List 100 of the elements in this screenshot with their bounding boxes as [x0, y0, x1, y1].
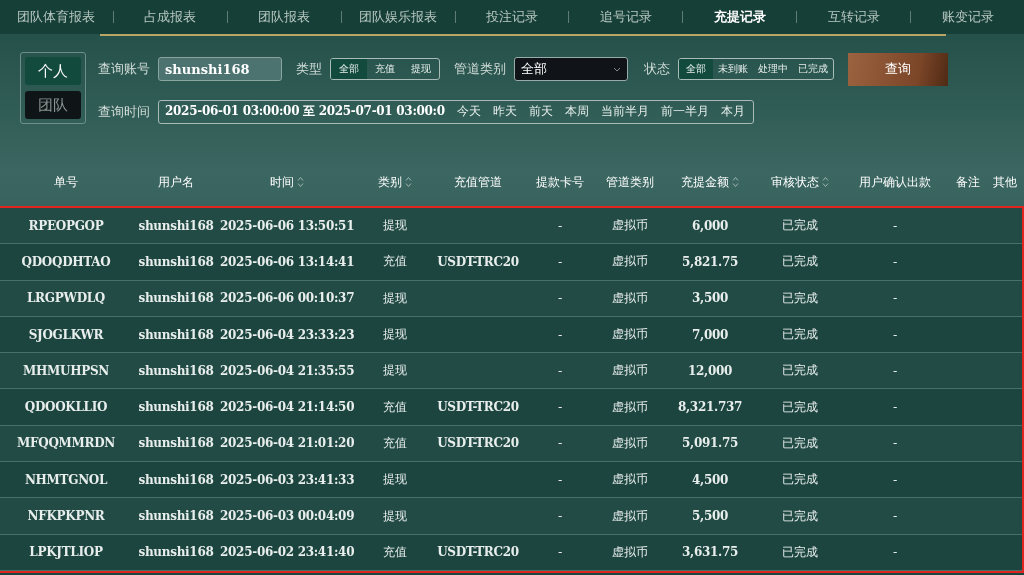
table-cell-text: - — [557, 509, 563, 523]
quick-date-button[interactable]: 当前半月 — [600, 103, 649, 120]
table-cell-text: 提现 — [382, 471, 408, 489]
account-field[interactable]: shunshi168 — [158, 57, 282, 81]
table-cell-text: 3,631.75 — [680, 545, 740, 560]
table-cell: 2025-06-06 00:10:37 — [220, 291, 354, 306]
table-cell-text: RPEOPGOP — [27, 218, 105, 233]
table-cell-text: SJOGLKWR — [27, 327, 105, 342]
table-cell-text: 4,500 — [690, 472, 730, 487]
table-cell-text: 已完成 — [781, 434, 819, 452]
column-header: 充值管道 — [454, 173, 502, 191]
table-cell-text: - — [892, 254, 898, 269]
nav-tab[interactable]: 账变记录 — [911, 8, 1024, 26]
table-cell-text: 5,500 — [690, 509, 730, 523]
table-cell-text: 虚拟币 — [611, 507, 649, 525]
table-cell-text: - — [892, 436, 898, 451]
nav-tab[interactable]: 团队体育报表 — [0, 8, 113, 26]
table-cell-text: - — [892, 291, 898, 306]
quick-date-button[interactable]: 前天 — [528, 103, 553, 120]
nav-tab[interactable]: 互转记录 — [797, 8, 911, 26]
scope-button[interactable]: 团队 — [25, 91, 81, 119]
table-cell: 2025-06-06 13:50:51 — [220, 218, 354, 233]
sortable-column-header[interactable]: 类别 — [378, 173, 412, 191]
nav-tab[interactable]: 团队娱乐报表 — [341, 8, 455, 26]
table-cell-text: 提现 — [382, 326, 408, 344]
quick-date-button[interactable]: 昨天 — [492, 103, 517, 120]
table-cell-text: 已完成 — [781, 507, 819, 525]
table-cell-text: - — [557, 436, 563, 451]
table-cell: USDT-TRC20 — [436, 254, 520, 269]
type-option[interactable]: 全部 — [331, 59, 367, 79]
table-cell-text: - — [892, 218, 898, 233]
table-cell-text: 虚拟币 — [611, 362, 649, 380]
table-cell-text: 8,321.737 — [676, 400, 744, 415]
table-cell-text: 5,091.75 — [680, 436, 740, 451]
table-cell-text: shunshi168 — [137, 218, 215, 233]
table-cell-text: 虚拟币 — [611, 217, 649, 235]
search-button[interactable]: 查询 — [848, 52, 948, 86]
table-cell-text: 虚拟币 — [611, 398, 649, 416]
table-cell: USDT-TRC20 — [436, 436, 520, 451]
sortable-column-header[interactable]: 时间 — [270, 173, 304, 191]
table-cell-text: - — [557, 218, 563, 233]
table-cell-text: 充值 — [382, 434, 408, 452]
table-cell-text: NHMTGNOL — [23, 472, 109, 487]
column-header: 其他 — [993, 173, 1017, 191]
nav-tab[interactable]: 追号记录 — [569, 8, 683, 26]
status-option[interactable]: 未到账 — [713, 59, 753, 79]
quick-date-button[interactable]: 今天 — [456, 103, 481, 120]
table-cell-text: 虚拟币 — [611, 543, 649, 561]
table-cell-text: shunshi168 — [137, 545, 215, 560]
column-header: 用户名 — [158, 173, 194, 191]
table-cell-text: - — [892, 363, 898, 378]
quick-date-button[interactable]: 前一半月 — [660, 103, 709, 120]
field-label: 查询时间 — [98, 102, 150, 121]
table-cell-text: 7,000 — [690, 327, 730, 342]
sort-icon — [822, 176, 829, 188]
type-option[interactable]: 提现 — [403, 59, 439, 79]
table-cell-text: 已完成 — [781, 326, 819, 344]
table-cell-text: LPKJTLIOP — [28, 545, 104, 560]
table-cell-text: 已完成 — [781, 253, 819, 271]
status-option[interactable]: 全部 — [679, 59, 713, 79]
table-cell: 2025-06-04 23:33:23 — [220, 327, 354, 342]
table-cell-text: MFQQMMRDN — [16, 436, 116, 451]
sortable-column-header[interactable]: 充提金额 — [681, 173, 739, 191]
table-cell-text: 已完成 — [781, 471, 819, 489]
nav-tab[interactable]: 团队报表 — [227, 8, 341, 26]
column-header: 管道类别 — [606, 173, 654, 191]
quick-date-button[interactable]: 本月 — [720, 103, 745, 120]
nav-tab[interactable]: 占成报表 — [113, 8, 227, 26]
table-cell: 2025-06-02 23:41:40 — [220, 545, 354, 560]
chevron-down-icon — [613, 66, 621, 72]
sort-icon — [297, 176, 304, 188]
status-option[interactable]: 已完成 — [793, 59, 833, 79]
table-cell-text: LRGPWDLQ — [25, 291, 107, 306]
table-cell-text: shunshi168 — [137, 509, 215, 523]
table-cell-text: - — [557, 327, 563, 342]
table-cell-text: - — [557, 254, 563, 269]
field-label: 查询账号 — [98, 60, 150, 78]
table-cell-text: 提现 — [382, 217, 408, 235]
table-cell: 2025-06-04 21:14:50 — [220, 400, 354, 415]
table-cell-text: 5,821.75 — [680, 254, 740, 269]
sortable-column-header[interactable]: 审核状态 — [771, 173, 829, 191]
table-cell-text: 提现 — [382, 507, 408, 525]
status-option[interactable]: 处理中 — [753, 59, 793, 79]
column-header: 提款卡号 — [536, 173, 584, 191]
nav-tab[interactable]: 投注记录 — [455, 8, 569, 26]
table-cell-text: - — [892, 400, 898, 415]
quick-date-button[interactable]: 本周 — [564, 103, 589, 120]
table-cell-text: 虚拟币 — [611, 289, 649, 307]
table-cell-text: - — [557, 545, 563, 560]
date-range-value[interactable]: 2025-06-01 03:00:00 至 2025-07-01 03:00:0 — [165, 103, 445, 120]
table-cell-text: shunshi168 — [137, 436, 215, 451]
table-cell-text: 已完成 — [781, 362, 819, 380]
channel-select[interactable]: 全部 — [514, 57, 628, 81]
table-cell: USDT-TRC20 — [436, 400, 520, 415]
scope-button[interactable]: 个人 — [25, 57, 81, 85]
table-cell-text: - — [557, 291, 563, 306]
type-option[interactable]: 充值 — [367, 59, 403, 79]
table-cell: USDT-TRC20 — [436, 545, 520, 560]
nav-tab[interactable]: 充提记录 — [683, 8, 797, 26]
table-cell-text: - — [892, 509, 898, 523]
